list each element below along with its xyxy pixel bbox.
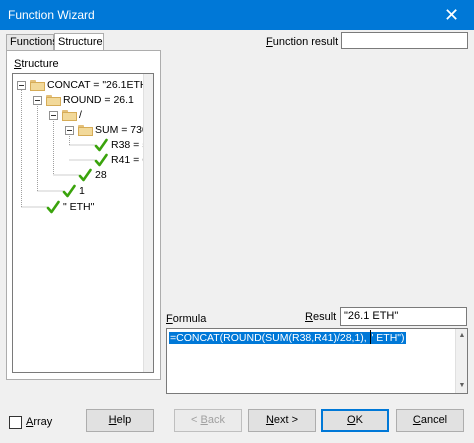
tab-functions[interactable]: Functions — [6, 34, 58, 51]
formula-scrollbar[interactable]: ▲ ▼ — [455, 329, 467, 393]
tree-node-28[interactable]: 28 — [13, 168, 153, 182]
structure-label: Structure — [14, 58, 59, 70]
function-result-field[interactable] — [341, 32, 468, 49]
result-field[interactable]: "26.1 ETH" — [340, 307, 467, 326]
help-button[interactable]: Help — [86, 409, 154, 432]
ok-button[interactable]: OK — [321, 409, 389, 432]
scroll-up-icon[interactable]: ▲ — [458, 332, 466, 340]
next-button[interactable]: Next > — [248, 409, 316, 432]
array-label: Array — [26, 416, 53, 428]
collapse-icon[interactable] — [49, 111, 58, 120]
collapse-icon[interactable] — [17, 81, 26, 90]
result-label: Result — [305, 311, 337, 323]
folder-icon — [78, 125, 93, 136]
check-icon — [46, 200, 60, 214]
check-icon — [78, 168, 92, 182]
folder-icon — [46, 95, 61, 106]
tree-node-sum[interactable]: SUM = 730.77 — [13, 123, 153, 137]
window-title: Function Wizard — [8, 8, 95, 22]
tree-scrollbar[interactable] — [143, 74, 153, 372]
text-caret — [370, 330, 371, 344]
tree-node-round[interactable]: ROUND = 26.1 — [13, 93, 153, 107]
back-button[interactable]: < Back — [174, 409, 242, 432]
title-bar: Function Wizard ✕ — [0, 0, 474, 30]
tree-node-r41[interactable]: R41 = 676 — [13, 153, 153, 167]
formula-editor[interactable]: =CONCAT(ROUND(SUM(R38,R41)/28,1), " ETH"… — [166, 328, 468, 394]
formula-label: Formula — [166, 313, 207, 325]
scroll-down-icon[interactable]: ▼ — [458, 382, 466, 390]
check-icon — [94, 138, 108, 152]
folder-icon — [30, 80, 45, 91]
check-icon — [94, 153, 108, 167]
tree-node-r38[interactable]: R38 = 53.8 — [13, 138, 153, 152]
cancel-button[interactable]: Cancel — [396, 409, 464, 432]
tab-structure[interactable]: Structure — [54, 33, 104, 51]
tree-node-1[interactable]: 1 — [13, 184, 153, 198]
collapse-icon[interactable] — [33, 96, 42, 105]
tree-node-divide[interactable]: / — [13, 108, 153, 122]
array-checkbox[interactable] — [9, 416, 22, 429]
check-icon — [62, 184, 76, 198]
function-result-label: Function result — [266, 36, 339, 48]
folder-icon — [62, 110, 77, 121]
collapse-icon[interactable] — [65, 126, 74, 135]
close-button[interactable]: ✕ — [429, 0, 474, 30]
tree-node-concat[interactable]: CONCAT = "26.1ETH" — [13, 78, 153, 92]
structure-tree[interactable]: CONCAT = "26.1ETH" ROUND = 26.1 / SUM = … — [12, 73, 154, 373]
tree-node-eth[interactable]: " ETH" — [13, 200, 153, 214]
